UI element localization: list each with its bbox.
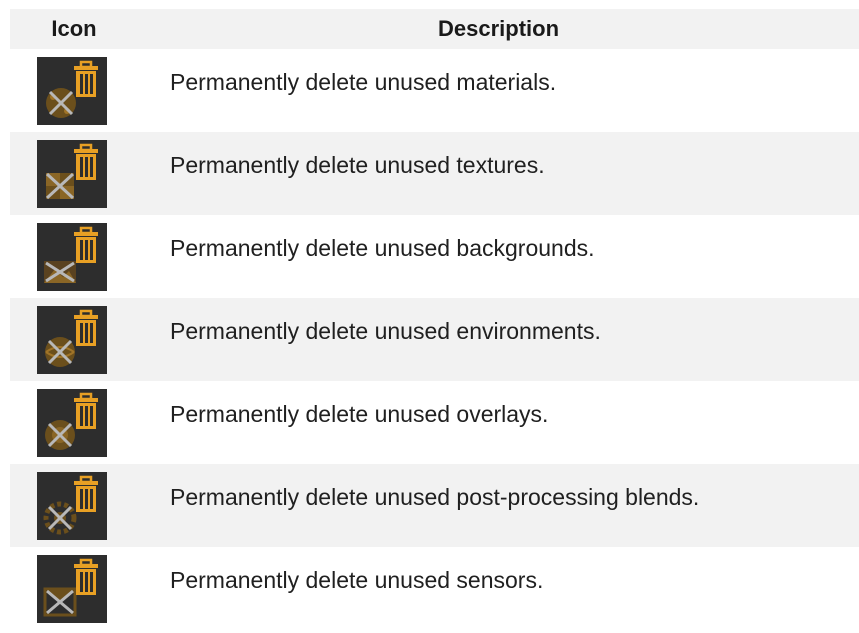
header-icon: Icon — [51, 16, 97, 41]
table-row: Permanently delete unused environments. — [10, 298, 859, 381]
purge-post-processing-blends-icon — [37, 472, 107, 540]
row-description: Permanently delete unused sensors. — [170, 567, 544, 593]
purge-backgrounds-icon — [37, 223, 107, 291]
table-row: Permanently delete unused textures. — [10, 132, 859, 215]
table-row: Permanently delete unused backgrounds. — [10, 215, 859, 298]
row-description: Permanently delete unused environments. — [170, 318, 601, 344]
row-description: Permanently delete unused materials. — [170, 69, 557, 95]
row-description: Permanently delete unused textures. — [170, 152, 545, 178]
table-row: Permanently delete unused post-processin… — [10, 464, 859, 547]
icon-description-table: Icon Description Permanently delete unus… — [10, 9, 859, 630]
table-row: Permanently delete unused overlays. — [10, 381, 859, 464]
row-description: Permanently delete unused overlays. — [170, 401, 549, 427]
row-description: Permanently delete unused backgrounds. — [170, 235, 595, 261]
purge-sensors-icon — [37, 555, 107, 623]
purge-textures-icon — [37, 140, 107, 208]
row-description: Permanently delete unused post-processin… — [170, 484, 700, 510]
purge-overlays-icon — [37, 389, 107, 457]
table-header: Icon Description — [10, 9, 859, 49]
purge-materials-icon — [37, 57, 107, 125]
purge-environments-icon — [37, 306, 107, 374]
table-row: Permanently delete unused sensors. — [10, 547, 859, 630]
header-description: Description — [437, 16, 560, 41]
table-row: Permanently delete unused materials. — [10, 49, 859, 132]
